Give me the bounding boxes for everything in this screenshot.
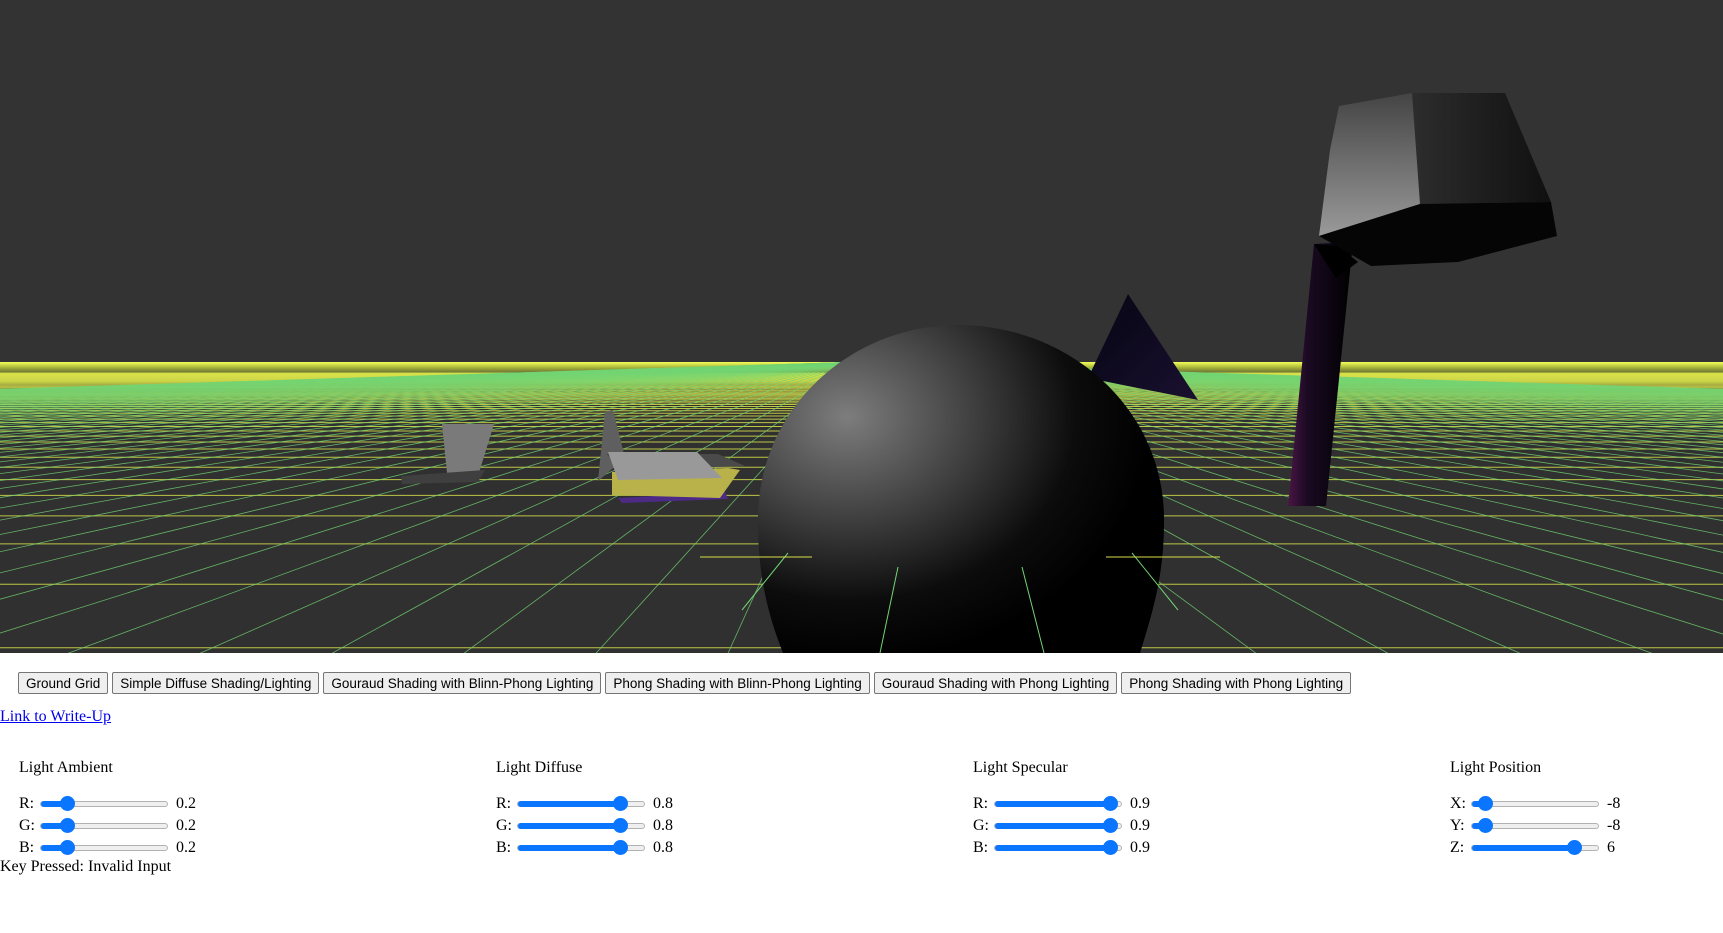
position-z-slider[interactable] (1471, 840, 1599, 855)
slider-thumb[interactable] (1477, 796, 1493, 811)
specular-b-label: B: (973, 839, 989, 856)
specular-b-value: 0.9 (1130, 839, 1150, 856)
light-ambient-title: Light Ambient (19, 759, 113, 776)
light-specular-group: Light Specular R: 0.9 G: 0.9 B: 0.9 (973, 758, 1373, 856)
light-ambient-group: Light Ambient R: 0.2 G: 0.2 B: 0.2 (19, 758, 419, 856)
slider-thumb[interactable] (59, 840, 75, 855)
writeup-link[interactable]: Link to Write-Up (0, 708, 111, 726)
specular-g-value: 0.9 (1130, 817, 1150, 834)
ambient-r-row: R: 0.2 (19, 794, 196, 814)
phong-phong-button[interactable]: Phong Shading with Phong Lighting (1121, 672, 1352, 694)
specular-g-slider[interactable] (994, 818, 1122, 833)
ground-grid-button[interactable]: Ground Grid (18, 672, 109, 694)
specular-r-row: R: 0.9 (973, 794, 1150, 814)
slider-thumb[interactable] (613, 796, 629, 811)
diffuse-b-value: 0.8 (653, 839, 673, 856)
ambient-g-label: G: (19, 817, 35, 834)
slider-thumb[interactable] (1567, 840, 1583, 855)
slider-thumb[interactable] (59, 818, 75, 833)
phong-blinn-phong-button[interactable]: Phong Shading with Blinn-Phong Lighting (605, 672, 870, 694)
shading-toolbar: Ground Grid Simple Diffuse Shading/Light… (18, 672, 1352, 694)
diffuse-b-row: B: 0.8 (496, 838, 673, 858)
position-x-row: X: -8 (1450, 794, 1620, 814)
diffuse-g-label: G: (496, 817, 512, 834)
gouraud-phong-button[interactable]: Gouraud Shading with Phong Lighting (873, 672, 1118, 694)
ambient-g-value: 0.2 (176, 817, 196, 834)
specular-r-value: 0.9 (1130, 795, 1150, 812)
specular-g-label: G: (973, 817, 989, 834)
light-position-group: Light Position X: -8 Y: -8 Z: 6 (1450, 758, 1710, 856)
slider-thumb[interactable] (59, 796, 75, 811)
ambient-b-row: B: 0.2 (19, 838, 196, 858)
ambient-r-value: 0.2 (176, 795, 196, 812)
light-diffuse-group: Light Diffuse R: 0.8 G: 0.8 B: 0.8 (496, 758, 896, 856)
specular-b-row: B: 0.9 (973, 838, 1150, 858)
light-position-title: Light Position (1450, 759, 1542, 776)
position-x-label: X: (1450, 795, 1466, 812)
diffuse-b-label: B: (496, 839, 512, 856)
position-x-slider[interactable] (1471, 796, 1599, 811)
slider-thumb[interactable] (1103, 840, 1119, 855)
diffuse-g-value: 0.8 (653, 817, 673, 834)
slider-thumb[interactable] (1103, 796, 1119, 811)
slider-thumb[interactable] (1103, 818, 1119, 833)
specular-b-slider[interactable] (994, 840, 1122, 855)
specular-r-label: R: (973, 795, 989, 812)
ambient-b-value: 0.2 (176, 839, 196, 856)
specular-r-slider[interactable] (994, 796, 1122, 811)
ambient-g-slider[interactable] (40, 818, 168, 833)
gouraud-blinn-phong-button[interactable]: Gouraud Shading with Blinn-Phong Lightin… (323, 672, 602, 694)
ambient-b-label: B: (19, 839, 35, 856)
diffuse-r-label: R: (496, 795, 512, 812)
key-status: Key Pressed: Invalid Input (0, 858, 172, 875)
light-specular-title: Light Specular (973, 759, 1068, 776)
diffuse-r-slider[interactable] (517, 796, 645, 811)
slider-thumb[interactable] (613, 840, 629, 855)
position-z-value: 6 (1607, 839, 1615, 856)
light-diffuse-title: Light Diffuse (496, 759, 583, 776)
webgl-canvas[interactable] (0, 0, 1723, 653)
slider-thumb[interactable] (1477, 818, 1493, 833)
ambient-b-slider[interactable] (40, 840, 168, 855)
simple-diffuse-button[interactable]: Simple Diffuse Shading/Lighting (112, 672, 320, 694)
position-x-value: -8 (1607, 795, 1621, 812)
diffuse-r-row: R: 0.8 (496, 794, 673, 814)
position-y-slider[interactable] (1471, 818, 1599, 833)
diffuse-g-slider[interactable] (517, 818, 645, 833)
position-y-label: Y: (1450, 817, 1465, 834)
diffuse-b-slider[interactable] (517, 840, 645, 855)
specular-g-row: G: 0.9 (973, 816, 1150, 836)
diffuse-r-value: 0.8 (653, 795, 673, 812)
ambient-r-slider[interactable] (40, 796, 168, 811)
position-y-value: -8 (1607, 817, 1621, 834)
position-z-label: Z: (1450, 839, 1465, 856)
slider-thumb[interactable] (613, 818, 629, 833)
ambient-r-label: R: (19, 795, 35, 812)
ambient-g-row: G: 0.2 (19, 816, 196, 836)
position-z-row: Z: 6 (1450, 838, 1615, 858)
diffuse-g-row: G: 0.8 (496, 816, 673, 836)
position-y-row: Y: -8 (1450, 816, 1620, 836)
